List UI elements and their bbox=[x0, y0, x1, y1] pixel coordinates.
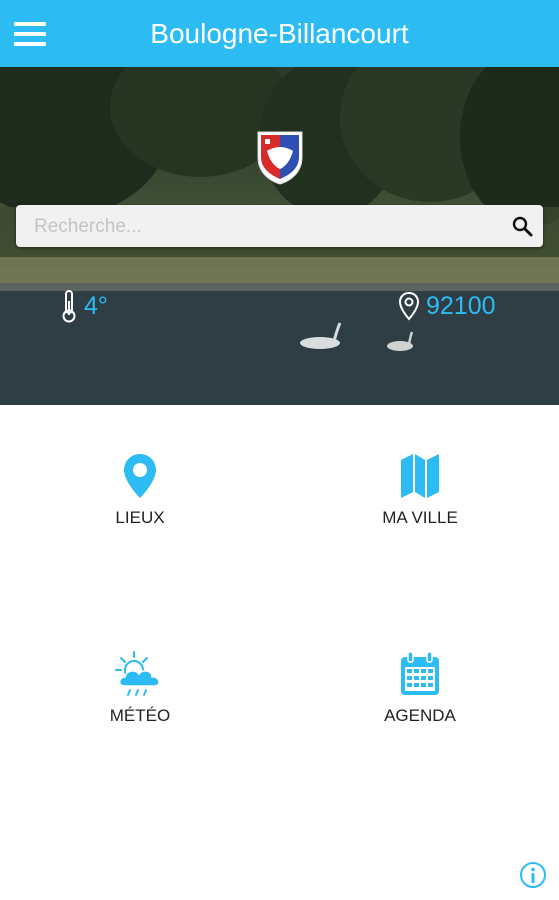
calendar-icon bbox=[401, 651, 439, 695]
thermometer-icon bbox=[62, 290, 76, 323]
search-bar bbox=[16, 205, 543, 249]
city-coat-of-arms-icon bbox=[257, 131, 303, 185]
weather-readout: 4° bbox=[60, 289, 108, 323]
tile-ma-ville-label: MA VILLE bbox=[382, 508, 458, 527]
location-readout: 92100 bbox=[398, 289, 496, 323]
temperature-value: 4° bbox=[84, 291, 108, 320]
search-input[interactable] bbox=[32, 205, 496, 249]
app-title: Boulogne-Billancourt bbox=[150, 18, 409, 49]
postal-code-value: 92100 bbox=[426, 291, 496, 320]
info-icon[interactable] bbox=[519, 861, 547, 889]
tile-ma-ville[interactable]: MA VILLE bbox=[320, 452, 520, 528]
tile-lieux-label: LIEUX bbox=[115, 508, 165, 527]
tile-agenda-label: AGENDA bbox=[384, 706, 456, 725]
tile-meteo-label: MÉTÉO bbox=[109, 706, 171, 725]
tile-lieux[interactable]: LIEUX bbox=[40, 452, 240, 528]
tile-agenda[interactable]: AGENDA bbox=[320, 650, 520, 726]
search-icon[interactable] bbox=[511, 215, 533, 237]
map-pin-icon bbox=[124, 454, 156, 498]
top-app-bar: Boulogne-Billancourt bbox=[0, 0, 559, 67]
folded-map-icon bbox=[401, 454, 439, 498]
hero-banner: 4° 92100 bbox=[0, 67, 559, 405]
map-pin-outline-icon bbox=[398, 291, 420, 321]
weather-sun-cloud-rain-icon bbox=[115, 651, 160, 696]
tile-meteo[interactable]: MÉTÉO bbox=[40, 650, 240, 726]
